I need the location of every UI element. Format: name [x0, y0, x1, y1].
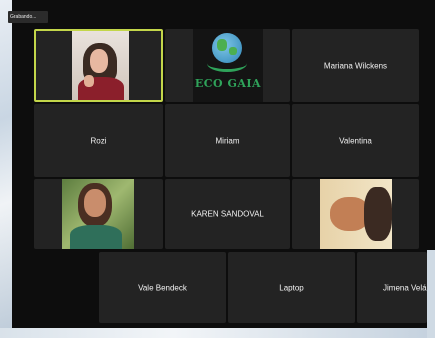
- video-tile-laptop[interactable]: Laptop: [228, 252, 355, 323]
- participant-name: Miriam: [215, 136, 240, 145]
- participant-name: Jimena Velás: [383, 283, 427, 292]
- participant-name: Rozi: [90, 136, 107, 145]
- participant-name: KAREN SANDOVAL: [191, 209, 264, 219]
- participant-video: [62, 179, 134, 249]
- participant-name: Mariana Wilckens: [323, 61, 388, 70]
- recording-badge: Grabando...: [8, 11, 48, 23]
- video-tile-karen-sandoval[interactable]: KAREN SANDOVAL: [165, 179, 290, 249]
- video-tile-valentina[interactable]: Valentina: [292, 104, 419, 177]
- video-tile-vale-bendeck[interactable]: Vale Bendeck: [99, 252, 226, 323]
- leaf-icon: [207, 55, 247, 72]
- eco-gaia-logo-text: ECO GAIA: [194, 77, 262, 90]
- video-tile-eco-gaia[interactable]: ECO GAIA: [165, 29, 290, 102]
- video-tile-mariana-wilckens[interactable]: Mariana Wilckens: [292, 29, 419, 102]
- video-tile-active-speaker[interactable]: [34, 29, 163, 102]
- participant-name: Laptop: [279, 283, 304, 292]
- participant-name: Valentina: [339, 136, 372, 145]
- video-tile-jimena-velas[interactable]: Jimena Velás: [357, 252, 427, 323]
- participant-video: [320, 179, 392, 249]
- video-tile-participant-photo[interactable]: [34, 179, 163, 249]
- video-tile-rozi[interactable]: Rozi: [34, 104, 163, 177]
- desktop-background-right: [427, 250, 435, 338]
- participant-video: [72, 31, 129, 100]
- video-tile-miriam[interactable]: Miriam: [165, 104, 290, 177]
- video-tile-participant-rotated[interactable]: [292, 179, 419, 249]
- desktop-background-bottom: [0, 328, 435, 338]
- eco-gaia-logo: ECO GAIA: [193, 29, 263, 102]
- participant-name: Vale Bendeck: [138, 283, 187, 292]
- desktop-background-strip: [0, 0, 12, 338]
